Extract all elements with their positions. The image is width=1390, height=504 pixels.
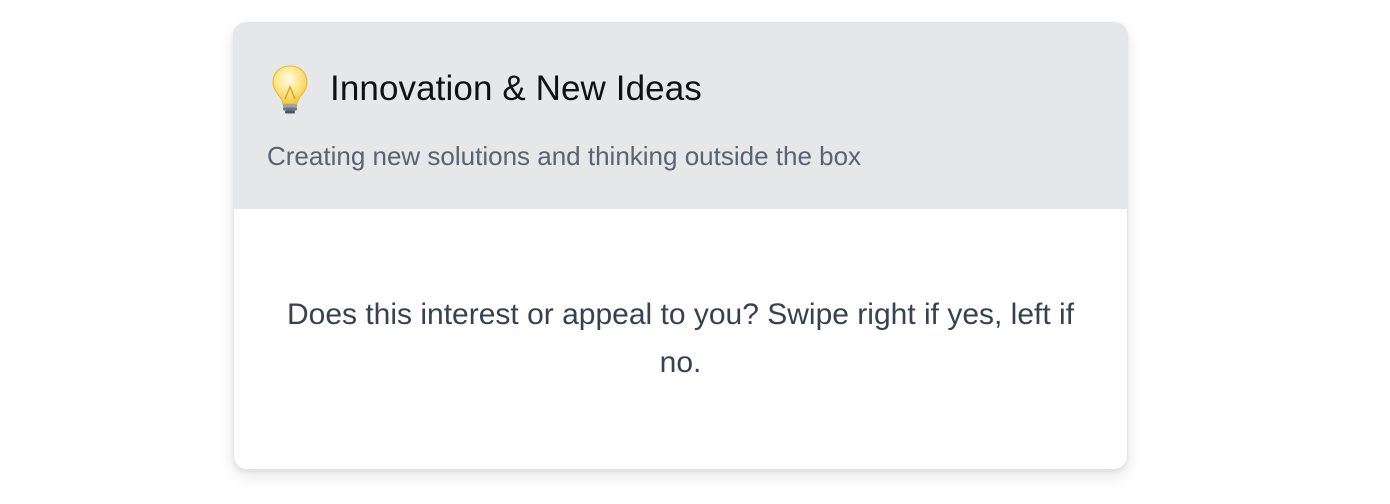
- card-title: Innovation & New Ideas: [330, 69, 702, 108]
- card-header: Innovation & New Ideas Creating new solu…: [234, 23, 1127, 209]
- swipe-card[interactable]: Innovation & New Ideas Creating new solu…: [233, 22, 1128, 470]
- page: Innovation & New Ideas Creating new solu…: [0, 0, 1390, 504]
- card-subtitle: Creating new solutions and thinking outs…: [267, 141, 862, 171]
- swipe-prompt: Does this interest or appeal to you? Swi…: [286, 298, 1075, 379]
- card-body: Does this interest or appeal to you? Swi…: [234, 209, 1127, 469]
- lightbulb-icon: [268, 63, 312, 115]
- card-title-row: Innovation & New Ideas: [268, 63, 702, 115]
